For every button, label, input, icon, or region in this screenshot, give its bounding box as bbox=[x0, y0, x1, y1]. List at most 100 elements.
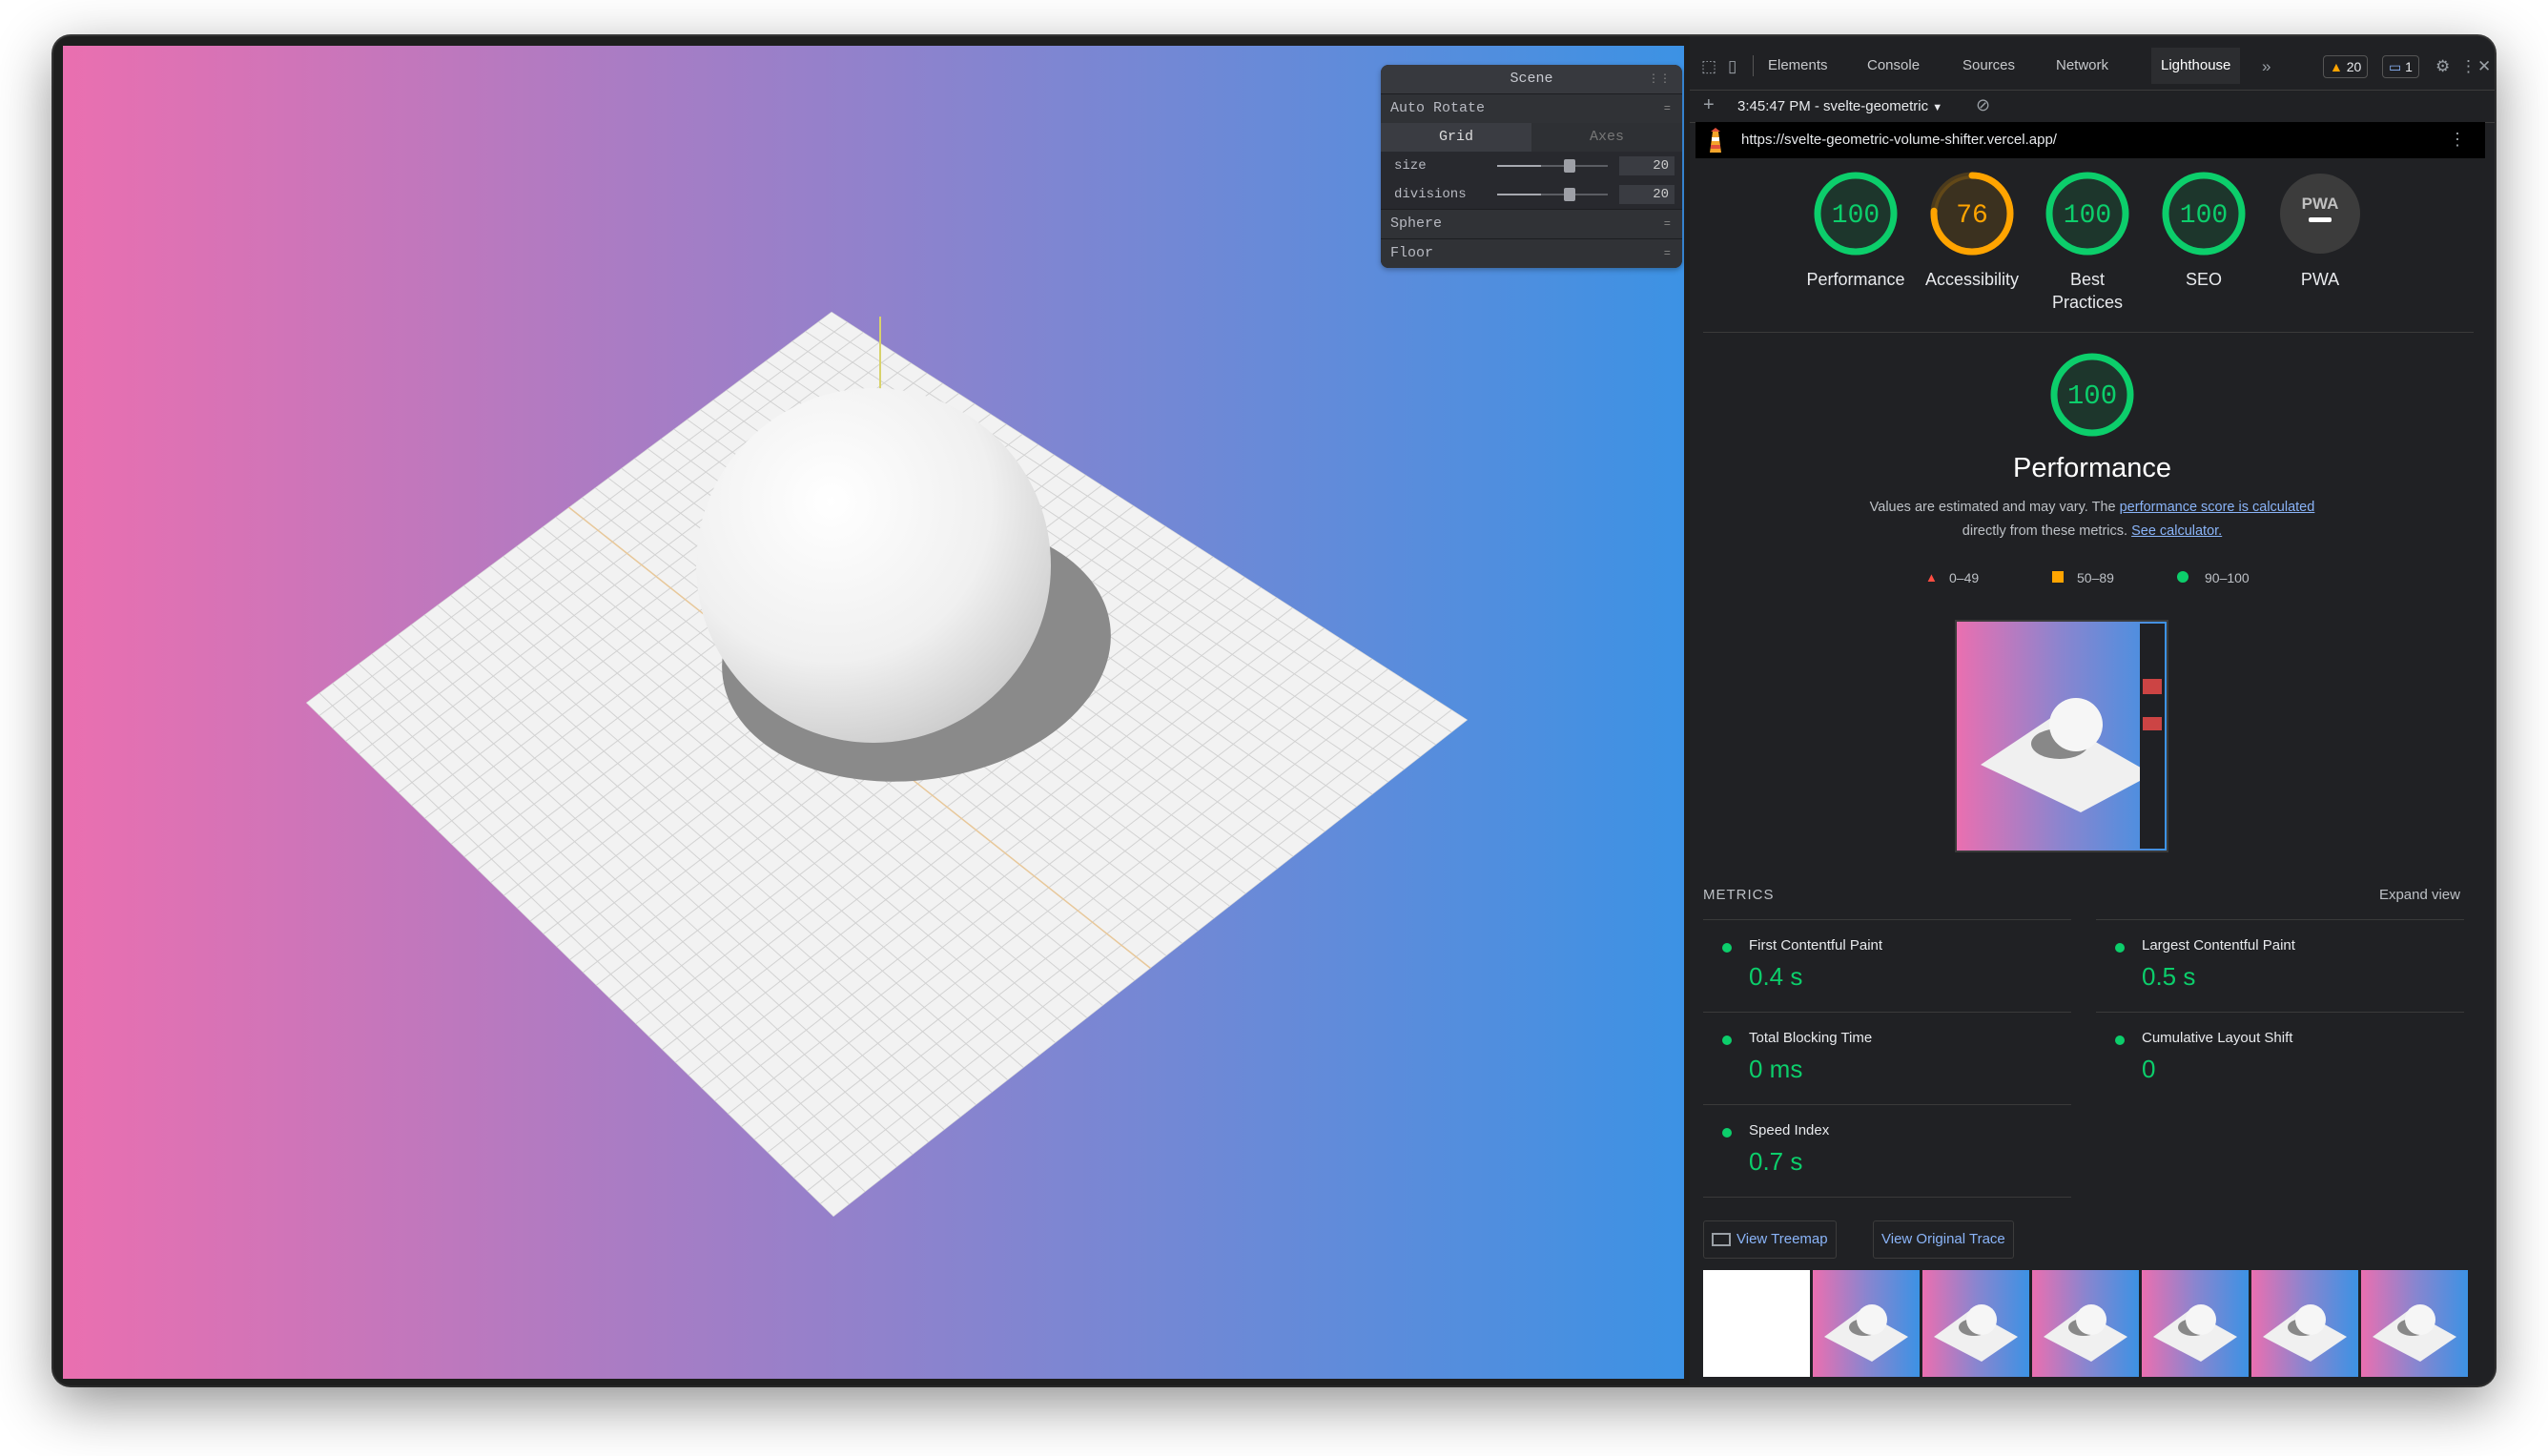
gauge-score: 100 bbox=[1832, 201, 1880, 231]
filmstrip bbox=[1703, 1270, 2474, 1377]
sphere-folder[interactable]: Sphere = bbox=[1381, 209, 1682, 238]
divisions-label: divisions bbox=[1394, 187, 1467, 202]
score-calculated-link[interactable]: performance score is calculated bbox=[2120, 500, 2315, 515]
filmstrip-frame bbox=[1703, 1270, 1810, 1377]
gauge-seo[interactable]: 100 SEO bbox=[2142, 170, 2266, 291]
tab-network[interactable]: Network bbox=[2056, 57, 2108, 73]
pane-title[interactable]: Scene ⋮⋮ bbox=[1381, 65, 1682, 93]
expand-view-toggle[interactable]: Expand view bbox=[2379, 887, 2460, 903]
report-selector-label: 3:45:47 PM - svelte-geometric bbox=[1737, 98, 1929, 114]
report-menu-icon[interactable]: ⋮ bbox=[2449, 130, 2466, 150]
divisions-slider-knob[interactable] bbox=[1564, 188, 1576, 201]
metric-name: Speed Index bbox=[1749, 1122, 1830, 1138]
gauge-label: Best Practices bbox=[2051, 270, 2124, 312]
3d-viewport[interactable]: Scene ⋮⋮ Auto Rotate = Grid Axes size 20 d… bbox=[63, 46, 1684, 1379]
view-treemap-label: View Treemap bbox=[1736, 1231, 1828, 1247]
more-options-icon[interactable]: ⋮ bbox=[2460, 57, 2476, 76]
legend-fail: 0–49 bbox=[1949, 570, 1980, 585]
filmstrip-frame bbox=[2361, 1270, 2468, 1377]
floor-folder[interactable]: Floor = bbox=[1381, 238, 1682, 268]
legend-average: 50–89 bbox=[2077, 570, 2114, 585]
gauge-ring: 100 bbox=[1814, 172, 1898, 256]
final-screenshot[interactable] bbox=[1955, 620, 2168, 852]
gauge-score: 100 bbox=[2067, 380, 2117, 412]
report-url[interactable]: https://svelte-geometric-volume-shifter.… bbox=[1741, 132, 2057, 148]
gauge-ring: 100 bbox=[2045, 172, 2129, 256]
gauge-performance[interactable]: 100 Performance bbox=[1794, 170, 1918, 291]
performance-heading: Performance bbox=[2012, 453, 2171, 483]
gauge-label: PWA bbox=[2300, 270, 2340, 289]
folder-toggle-icon: = bbox=[1663, 217, 1671, 231]
gauge-label: Performance bbox=[1806, 270, 1905, 289]
average-square-icon bbox=[2052, 571, 2064, 583]
metric-lcp: Largest Contentful Paint 0.5 s bbox=[2096, 919, 2464, 1012]
scene-control-panel[interactable]: Scene ⋮⋮ Auto Rotate = Grid Axes size 20 d… bbox=[1381, 65, 1682, 268]
clear-reports-icon[interactable]: ⊘ bbox=[1976, 95, 1990, 115]
performance-description: Values are estimated and may vary. The p… bbox=[1690, 496, 2495, 543]
inspect-element-icon[interactable]: ⬚ bbox=[1701, 57, 1716, 76]
gauge-best-practices[interactable]: 100 Best Practices bbox=[2025, 170, 2149, 314]
metric-cls: Cumulative Layout Shift 0 bbox=[2096, 1012, 2464, 1104]
tab-elements[interactable]: Elements bbox=[1768, 57, 1828, 73]
lighthouse-subtoolbar: + 3:45:47 PM - svelte-geometric ▼ ⊘ bbox=[1690, 90, 2495, 123]
tab-lighthouse[interactable]: Lighthouse bbox=[2151, 48, 2241, 84]
tab-console[interactable]: Console bbox=[1867, 57, 1920, 73]
divisions-slider[interactable] bbox=[1497, 188, 1608, 201]
tab-grid[interactable]: Grid bbox=[1381, 123, 1531, 152]
metric-value: 0.7 s bbox=[1749, 1147, 1803, 1176]
view-trace-button[interactable]: View Original Trace bbox=[1873, 1220, 2014, 1259]
device-toolbar-icon[interactable]: ▯ bbox=[1728, 57, 1736, 76]
gauge-accessibility[interactable]: 76 Accessibility bbox=[1910, 170, 2034, 291]
tab-sources[interactable]: Sources bbox=[1962, 57, 2015, 73]
sphere bbox=[696, 388, 1051, 743]
pwa-badge: PWA bbox=[2280, 174, 2360, 254]
size-slider-knob[interactable] bbox=[1564, 159, 1576, 173]
report-selector[interactable]: 3:45:47 PM - svelte-geometric ▼ bbox=[1737, 98, 1942, 114]
screenshot-image bbox=[1957, 622, 2167, 851]
pass-circle-icon bbox=[2115, 943, 2125, 953]
pass-circle-icon bbox=[1722, 1128, 1732, 1138]
warnings-badge[interactable]: ▲ 20 bbox=[2323, 55, 2369, 78]
desc-text: Values are estimated and may vary. The bbox=[1869, 500, 2116, 515]
view-treemap-button[interactable]: View Treemap bbox=[1703, 1220, 1837, 1259]
tab-axes[interactable]: Axes bbox=[1531, 123, 1682, 152]
warning-icon: ▲ bbox=[2330, 59, 2343, 74]
more-tabs-icon[interactable]: » bbox=[2262, 57, 2271, 76]
messages-badge[interactable]: ▭ 1 bbox=[2382, 55, 2419, 78]
divisions-input[interactable]: 20 bbox=[1619, 185, 1675, 204]
treemap-icon bbox=[1712, 1233, 1731, 1247]
pass-circle-icon bbox=[1722, 1036, 1732, 1045]
metric-name: Total Blocking Time bbox=[1749, 1030, 1873, 1046]
gauge-pwa[interactable]: PWA PWA bbox=[2258, 170, 2382, 291]
view-trace-label: View Original Trace bbox=[1881, 1231, 2005, 1247]
report-url-bar: https://svelte-geometric-volume-shifter.… bbox=[1695, 122, 2485, 158]
size-slider-fill bbox=[1497, 165, 1542, 167]
gauge-score: 76 bbox=[1956, 201, 1988, 231]
gauge-ring: 76 bbox=[1930, 172, 2014, 256]
filmstrip-frame bbox=[2142, 1270, 2249, 1377]
chevron-down-icon: ▼ bbox=[1932, 102, 1943, 113]
folder-toggle-icon: = bbox=[1663, 102, 1671, 115]
filmstrip-frame bbox=[2032, 1270, 2139, 1377]
messages-count: 1 bbox=[2405, 59, 2413, 74]
close-icon[interactable]: ✕ bbox=[2477, 57, 2491, 76]
metric-name: First Contentful Paint bbox=[1749, 937, 1883, 954]
gauge-score: 100 bbox=[2180, 201, 2228, 231]
new-report-plus-icon[interactable]: + bbox=[1703, 94, 1715, 116]
legend-pass: 90–100 bbox=[2205, 570, 2250, 585]
fail-triangle-icon: ▲ bbox=[1925, 570, 1938, 584]
auto-rotate-folder[interactable]: Auto Rotate = bbox=[1381, 93, 1682, 123]
drag-handle-icon[interactable]: ⋮⋮ bbox=[1648, 65, 1671, 93]
divisions-slider-fill bbox=[1497, 194, 1542, 195]
see-calculator-link[interactable]: See calculator. bbox=[2131, 523, 2222, 539]
gauge-score: 100 bbox=[2064, 201, 2111, 231]
settings-gear-icon[interactable]: ⚙ bbox=[2435, 57, 2450, 76]
metrics-heading: METRICS bbox=[1703, 887, 1775, 903]
size-slider[interactable] bbox=[1497, 159, 1608, 173]
size-control: size 20 bbox=[1381, 152, 1682, 180]
toolbar-divider bbox=[1753, 55, 1754, 76]
size-input[interactable]: 20 bbox=[1619, 156, 1675, 175]
pass-circle-icon bbox=[2115, 1036, 2125, 1045]
lighthouse-logo-icon bbox=[1710, 128, 1721, 153]
message-icon: ▭ bbox=[2389, 59, 2402, 74]
